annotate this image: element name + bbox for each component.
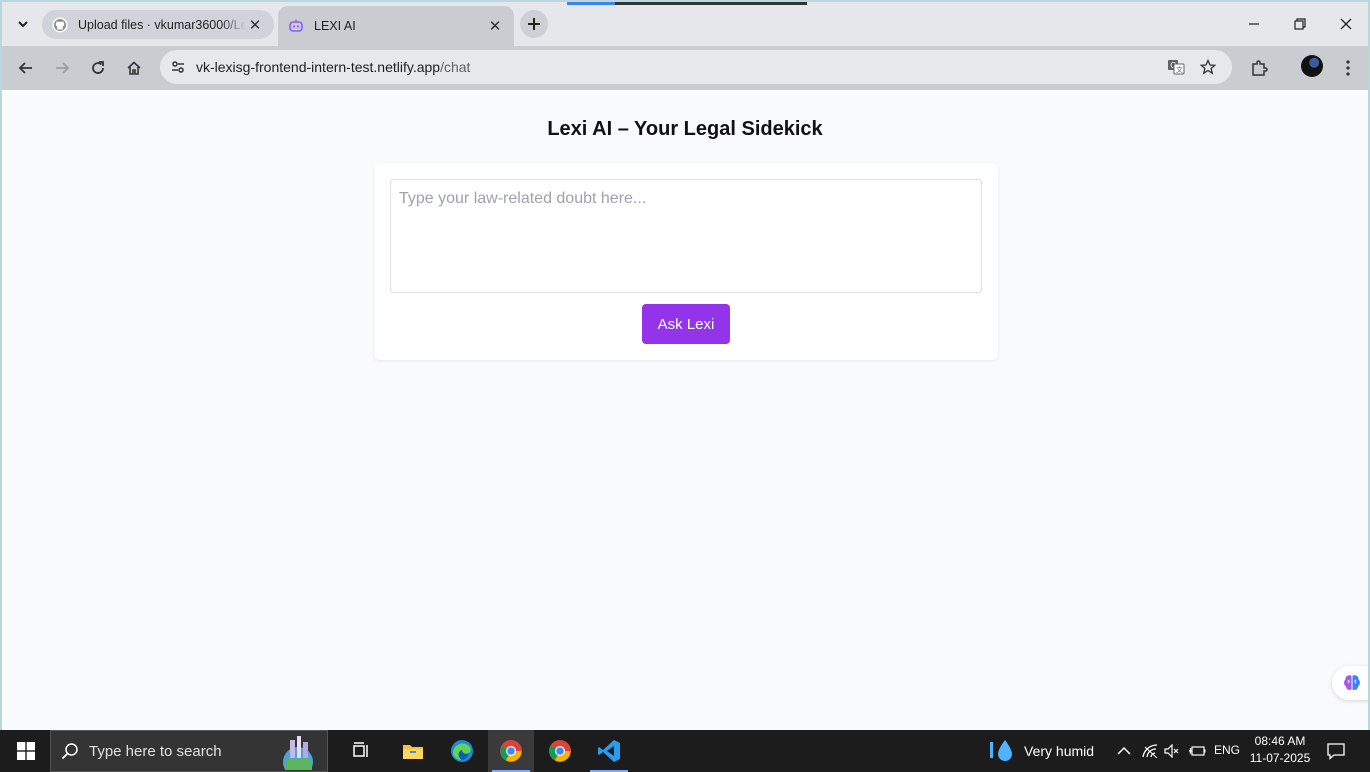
restore-icon xyxy=(1294,18,1306,30)
notifications-button[interactable] xyxy=(1322,730,1350,772)
humidity-drop-icon xyxy=(990,740,1012,761)
clock-date: 11-07-2025 xyxy=(1249,751,1311,765)
close-icon[interactable]: ✕ xyxy=(246,16,264,34)
extensions-button[interactable] xyxy=(1245,54,1273,82)
volume-muted-icon xyxy=(1164,744,1179,758)
window-drag-indicator xyxy=(567,2,807,5)
menu-button[interactable] xyxy=(1334,54,1362,82)
weather-widget[interactable]: Very humid xyxy=(988,730,1094,772)
tab-upload-files[interactable]: Upload files · vkumar36000/Lexi ✕ xyxy=(42,10,274,39)
search-placeholder: Type here to search xyxy=(89,742,222,760)
reload-icon xyxy=(92,61,104,74)
search-highlight-illustration-icon[interactable] xyxy=(276,732,320,770)
file-explorer-button[interactable] xyxy=(390,730,436,772)
reload-button[interactable] xyxy=(84,54,112,82)
arrow-left-icon xyxy=(18,62,32,74)
minimize-icon xyxy=(1249,23,1259,25)
vscode-button[interactable] xyxy=(586,730,632,772)
address-bar[interactable]: vk-lexisg-frontend-intern-test.netlify.a… xyxy=(160,50,1232,84)
volume-button[interactable] xyxy=(1162,730,1182,772)
bookmark-button[interactable] xyxy=(1196,55,1220,79)
show-hidden-icons-button[interactable] xyxy=(1114,730,1134,772)
tab-lexi-ai[interactable]: LEXI AI ✕ xyxy=(278,6,514,46)
svg-text:文: 文 xyxy=(1176,65,1183,74)
chrome-icon xyxy=(500,740,522,762)
start-button[interactable] xyxy=(8,730,44,772)
close-window-button[interactable] xyxy=(1328,10,1364,38)
translate-icon: G文 xyxy=(1168,60,1185,75)
battery-charging-icon xyxy=(1189,746,1206,756)
close-icon xyxy=(1340,18,1352,30)
puzzle-icon xyxy=(1252,60,1268,76)
back-button[interactable] xyxy=(12,54,40,82)
restore-button[interactable] xyxy=(1282,10,1318,38)
url-text[interactable]: vk-lexisg-frontend-intern-test.netlify.a… xyxy=(196,59,470,75)
task-view-icon xyxy=(353,742,368,757)
search-icon xyxy=(51,742,89,760)
tab-title: Upload files · vkumar36000/Lexi xyxy=(78,17,246,32)
page-content: Lexi AI – Your Legal Sidekick Ask Lexi xyxy=(2,90,1368,730)
chrome-button[interactable] xyxy=(537,730,583,772)
plus-icon xyxy=(528,18,540,30)
brain-icon xyxy=(1344,675,1360,690)
battery-button[interactable] xyxy=(1186,730,1208,772)
clock-time: 08:46 AM xyxy=(1254,734,1306,748)
question-input[interactable] xyxy=(390,179,982,293)
tab-search-button[interactable] xyxy=(10,11,36,37)
url-host: vk-lexisg-frontend-intern-test.netlify.a… xyxy=(196,59,441,75)
vscode-icon xyxy=(598,740,620,762)
chevron-down-icon xyxy=(18,21,28,28)
close-icon[interactable]: ✕ xyxy=(486,17,504,35)
task-view-button[interactable] xyxy=(338,730,384,772)
tune-icon xyxy=(172,61,184,73)
question-card: Ask Lexi xyxy=(374,163,998,360)
site-info-button[interactable] xyxy=(166,55,190,79)
new-tab-button[interactable] xyxy=(520,10,548,38)
wifi-icon xyxy=(1142,744,1158,758)
home-icon xyxy=(127,61,141,75)
chrome-button-active[interactable] xyxy=(488,730,534,772)
input-language[interactable]: ENG xyxy=(1214,743,1240,757)
tab-strip: Upload files · vkumar36000/Lexi ✕ LEXI A… xyxy=(2,2,1368,46)
edge-button[interactable] xyxy=(439,730,485,772)
chevron-up-icon xyxy=(1117,746,1131,755)
url-path: /chat xyxy=(440,59,471,75)
profile-avatar[interactable] xyxy=(1301,55,1323,77)
weather-text: Very humid xyxy=(1024,743,1095,759)
translate-button[interactable]: G文 xyxy=(1164,55,1188,79)
star-icon xyxy=(1200,59,1216,75)
github-icon xyxy=(52,17,68,33)
browser-window: Upload files · vkumar36000/Lexi ✕ LEXI A… xyxy=(0,0,1370,730)
home-button[interactable] xyxy=(120,54,148,82)
chrome-icon xyxy=(549,740,571,762)
ask-lexi-button[interactable]: Ask Lexi xyxy=(642,304,730,344)
taskbar: Type here to search Very humid ENG 08:46… xyxy=(0,730,1370,772)
notification-icon xyxy=(1327,743,1345,760)
more-vert-icon xyxy=(1346,60,1350,76)
browser-toolbar: vk-lexisg-frontend-intern-test.netlify.a… xyxy=(2,46,1368,90)
assistant-widget-button[interactable] xyxy=(1332,666,1368,700)
page-title: Lexi AI – Your Legal Sidekick xyxy=(547,118,823,140)
robot-icon xyxy=(288,18,304,34)
forward-button[interactable] xyxy=(48,54,76,82)
tab-title: LEXI AI xyxy=(314,19,356,33)
edge-icon xyxy=(451,740,473,762)
arrow-right-icon xyxy=(56,62,70,74)
folder-icon xyxy=(403,745,423,759)
windows-icon xyxy=(17,742,35,760)
clock[interactable]: 08:46 AM 11-07-2025 xyxy=(1246,733,1314,767)
network-button[interactable] xyxy=(1140,730,1160,772)
minimize-button[interactable] xyxy=(1236,10,1272,38)
